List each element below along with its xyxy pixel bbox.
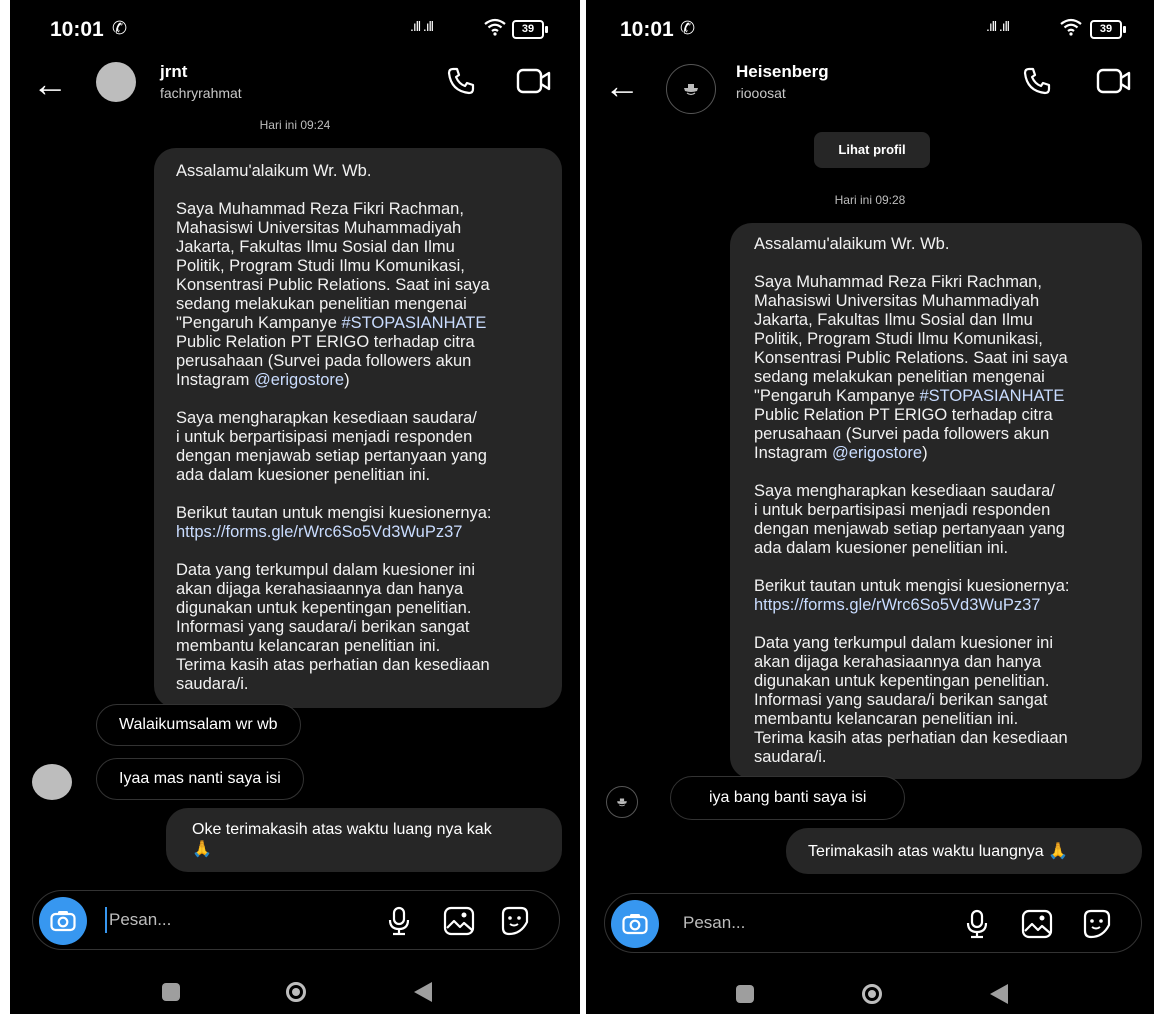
battery-icon: 39 <box>1090 20 1126 39</box>
message-request: Saya mengharapkan kesediaan saudara/ i u… <box>754 482 1065 557</box>
message-intro: Saya Muhammad Reza Fikri Rachman, Mahasi… <box>176 200 540 390</box>
avatar[interactable] <box>96 62 136 102</box>
sticker-icon[interactable] <box>499 906 531 941</box>
outgoing-message[interactable]: Oke terimakasih atas waktu luang nya kak… <box>166 808 562 872</box>
message-timestamp: Hari ini 09:28 <box>834 193 906 207</box>
system-navbar <box>10 965 580 1014</box>
message-input[interactable]: Pesan... <box>683 913 745 933</box>
sender-avatar <box>606 786 638 818</box>
sticker-icon[interactable] <box>1081 909 1113 944</box>
message-request: Saya mengharapkan kesediaan saudara/ i u… <box>176 409 487 484</box>
phone-icon[interactable] <box>1022 66 1052 101</box>
sender-avatar <box>32 764 72 800</box>
gallery-icon[interactable] <box>443 906 475 941</box>
status-time: 10:01 <box>620 18 674 41</box>
back-arrow-icon[interactable]: ← <box>604 68 640 104</box>
message-composer[interactable]: Pesan... <box>32 890 560 950</box>
contact-name[interactable]: jrnt <box>160 62 187 82</box>
wifi-icon <box>1060 18 1082 41</box>
message-intro-text-3: ) <box>922 444 928 462</box>
message-link-para: Berikut tautan untuk mengisi kuesionerny… <box>754 577 1118 615</box>
system-navbar <box>586 965 1154 1014</box>
message-link-para: Berikut tautan untuk mengisi kuesionerny… <box>176 504 540 542</box>
camera-icon[interactable] <box>611 900 659 948</box>
contact-name[interactable]: Heisenberg <box>736 62 829 82</box>
contact-username[interactable]: fachryrahmat <box>160 85 242 101</box>
back-arrow-icon[interactable]: ← <box>32 66 68 102</box>
video-icon[interactable] <box>516 66 552 101</box>
chat-header: ← Heisenberg riooosat <box>586 58 1154 116</box>
notification-icon: ✆ <box>112 18 128 38</box>
chat-header: ← jrnt fachryrahmat <box>10 58 580 116</box>
incoming-message[interactable]: Iyaa mas nanti saya isi <box>96 758 304 800</box>
right-screenshot: 10:01 ✆ .ıll .ıll 39 ← Heisenberg riooos… <box>586 0 1154 1014</box>
view-profile-button[interactable]: Lihat profil <box>814 132 930 168</box>
status-bar: 10:01 ✆ .ıll .ıll 39 <box>10 0 580 58</box>
home-icon[interactable] <box>862 984 882 1004</box>
video-icon[interactable] <box>1096 66 1132 101</box>
outgoing-long-message[interactable]: Assalamu'alaikum Wr. Wb. Saya Muhammad R… <box>730 223 1142 779</box>
status-time: 10:01 <box>50 18 104 41</box>
phone-icon[interactable] <box>446 66 476 101</box>
nav-back-icon[interactable] <box>990 984 1008 1004</box>
avatar[interactable] <box>666 64 716 114</box>
form-link[interactable]: https://forms.gle/rWrc6So5Vd3WuPz37 <box>176 523 462 541</box>
camera-icon[interactable] <box>39 897 87 945</box>
message-intro-text: Saya Muhammad Reza Fikri Rachman, Mahasi… <box>754 273 1068 405</box>
notification-icon: ✆ <box>680 18 696 38</box>
message-greeting: Assalamu'alaikum Wr. Wb. <box>754 235 950 253</box>
text-caret <box>105 907 107 933</box>
gallery-icon[interactable] <box>1021 909 1053 944</box>
left-screenshot: 10:01 ✆ .ıll .ıll 39 ← jrnt fachryrahmat… <box>10 0 580 1014</box>
message-greeting: Assalamu'alaikum Wr. Wb. <box>176 162 372 180</box>
hashtag-link[interactable]: #STOPASIANHATE <box>341 314 486 332</box>
message-intro-text: Saya Muhammad Reza Fikri Rachman, Mahasi… <box>176 200 490 332</box>
nav-back-icon[interactable] <box>414 982 432 1002</box>
form-link[interactable]: https://forms.gle/rWrc6So5Vd3WuPz37 <box>754 596 1040 614</box>
signal-icon: .ıll .ıll <box>986 18 1010 34</box>
microphone-icon[interactable] <box>387 906 411 941</box>
wifi-icon <box>484 18 506 41</box>
message-composer[interactable]: Pesan... <box>604 893 1142 953</box>
message-closing: Data yang terkumpul dalam kuesioner ini … <box>754 634 1068 766</box>
link-intro-text: Berikut tautan untuk mengisi kuesionerny… <box>176 504 492 522</box>
microphone-icon[interactable] <box>965 909 989 944</box>
mention-link[interactable]: @erigostore <box>832 444 922 462</box>
message-intro-text-3: ) <box>344 371 350 389</box>
link-intro-text: Berikut tautan untuk mengisi kuesionerny… <box>754 577 1070 595</box>
outgoing-long-message[interactable]: Assalamu'alaikum Wr. Wb. Saya Muhammad R… <box>154 148 562 708</box>
battery-icon: 39 <box>512 20 548 39</box>
outgoing-message[interactable]: Terimakasih atas waktu luangnya 🙏 <box>786 828 1142 874</box>
home-icon[interactable] <box>286 982 306 1002</box>
mention-link[interactable]: @erigostore <box>254 371 344 389</box>
message-timestamp: Hari ini 09:24 <box>259 118 331 132</box>
incoming-message[interactable]: Walaikumsalam wr wb <box>96 704 301 746</box>
message-input[interactable]: Pesan... <box>109 910 171 930</box>
message-closing: Data yang terkumpul dalam kuesioner ini … <box>176 561 490 693</box>
contact-username[interactable]: riooosat <box>736 85 786 101</box>
signal-icon: .ıll .ıll <box>410 18 434 34</box>
recent-apps-icon[interactable] <box>162 983 180 1001</box>
status-bar: 10:01 ✆ .ıll .ıll 39 <box>586 0 1154 58</box>
message-intro: Saya Muhammad Reza Fikri Rachman, Mahasi… <box>754 273 1118 463</box>
incoming-message[interactable]: iya bang banti saya isi <box>670 776 906 820</box>
recent-apps-icon[interactable] <box>736 985 754 1003</box>
hashtag-link[interactable]: #STOPASIANHATE <box>919 387 1064 405</box>
